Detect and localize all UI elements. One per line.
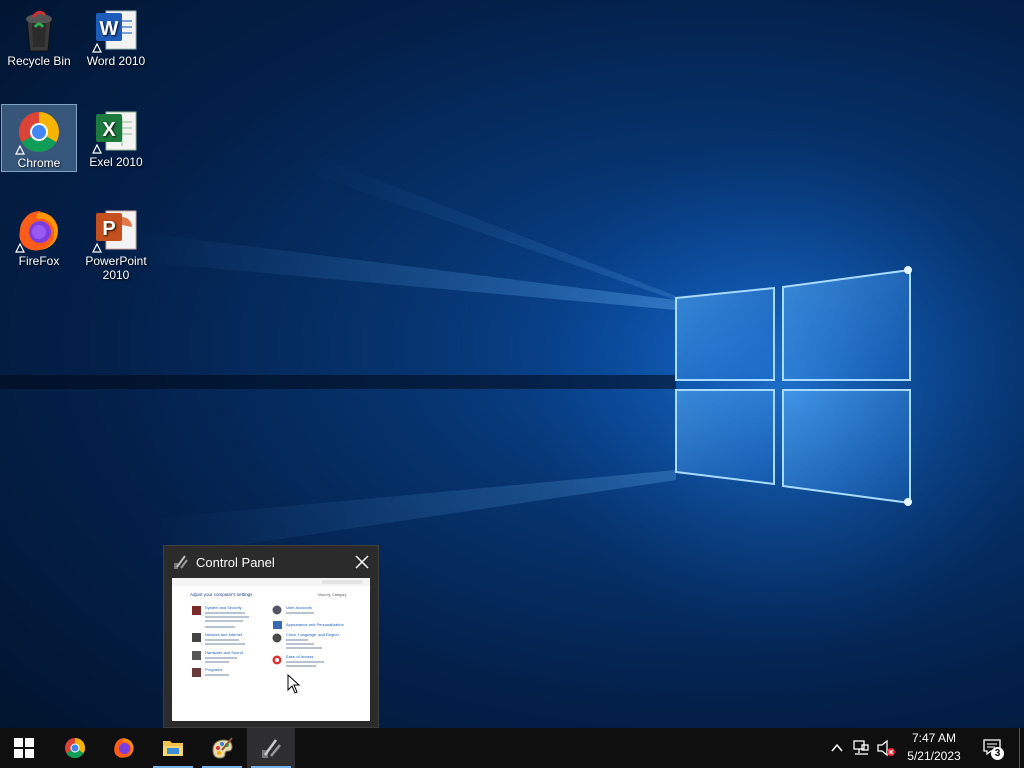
desktop-icon-label: Word 2010 (86, 54, 146, 68)
thumb-category: Network and Internet (205, 632, 243, 637)
network-icon[interactable] (852, 739, 870, 757)
taskbar: 7:47 AM 5/21/2023 3 (0, 728, 1024, 768)
thumb-category: Ease of Access (286, 654, 313, 659)
paint-palette-icon (212, 737, 233, 759)
action-center-button[interactable]: 3 (976, 728, 1016, 768)
taskbar-firefox-button[interactable] (100, 728, 148, 768)
control-panel-icon (174, 555, 188, 569)
desktop-icon-label: Chrome (17, 156, 61, 170)
chrome-icon (65, 738, 85, 758)
show-desktop-strip[interactable] (1019, 728, 1024, 768)
thumb-category: User Accounts (286, 605, 312, 610)
thumb-heading: Adjust your computer's settings (190, 592, 253, 597)
desktop-icon-label: PowerPoint 2010 (85, 254, 147, 282)
thumb-view-by: View by: Category (318, 593, 347, 597)
desktop-icon-label: Exel 2010 (89, 155, 143, 169)
taskbar-file-explorer-button[interactable] (149, 728, 197, 768)
firefox-icon (114, 738, 134, 758)
desktop-icon-word-2010[interactable]: W Word 2010 (78, 3, 154, 71)
show-hidden-icons-chevron-icon[interactable] (830, 741, 844, 755)
control-panel-thumbnail-image: Adjust your computer's settings View by:… (172, 578, 370, 677)
clock-time[interactable]: 7:47 AM (900, 731, 968, 745)
taskbar-preview-control-panel[interactable]: Control Panel Adjust your computer's set… (163, 545, 379, 728)
thumb-category: Appearance and Personalization (286, 622, 344, 627)
svg-text:W: W (100, 18, 119, 40)
volume-muted-icon[interactable] (876, 739, 896, 757)
shortcut-arrow-icon (15, 145, 25, 155)
shortcut-arrow-icon (92, 243, 102, 253)
clock-date[interactable]: 5/21/2023 (900, 749, 968, 763)
start-button[interactable] (0, 728, 48, 768)
shortcut-arrow-icon (92, 144, 102, 154)
preview-thumbnail[interactable]: Adjust your computer's settings View by:… (172, 578, 370, 721)
shortcut-arrow-icon (92, 43, 102, 53)
taskbar-control-panel-button[interactable] (247, 728, 295, 768)
thumb-category: Programs (205, 667, 222, 672)
desktop-icon-powerpoint-2010[interactable]: P PowerPoint 2010 (78, 203, 154, 287)
thumb-category: Hardware and Sound (205, 650, 243, 655)
windows-logo-icon (14, 738, 34, 758)
folder-icon (163, 741, 183, 756)
preview-title: Control Panel (196, 555, 275, 570)
close-icon[interactable] (352, 552, 372, 572)
shortcut-arrow-icon (15, 243, 25, 253)
desktop-icon-chrome[interactable]: Chrome (1, 104, 77, 172)
taskbar-paint-button[interactable] (198, 728, 246, 768)
desktop-icon-excel-2010[interactable]: X Exel 2010 (78, 104, 154, 172)
control-panel-icon (262, 739, 281, 758)
desktop-icon-label: Recycle Bin (7, 54, 71, 68)
recycle-bin-icon (26, 10, 52, 52)
notification-badge: 3 (991, 747, 1004, 760)
thumb-category: Clock, Language, and Region (286, 632, 339, 637)
desktop-icon-recycle-bin[interactable]: Recycle Bin (1, 3, 77, 71)
mouse-cursor-icon (287, 674, 301, 694)
desktop-icon-label: FireFox (18, 254, 60, 268)
svg-text:X: X (102, 119, 116, 141)
thumb-category: System and Security (205, 605, 242, 610)
taskbar-chrome-button[interactable] (51, 728, 99, 768)
svg-text:P: P (102, 218, 115, 240)
desktop-icon-firefox[interactable]: FireFox (1, 203, 77, 271)
